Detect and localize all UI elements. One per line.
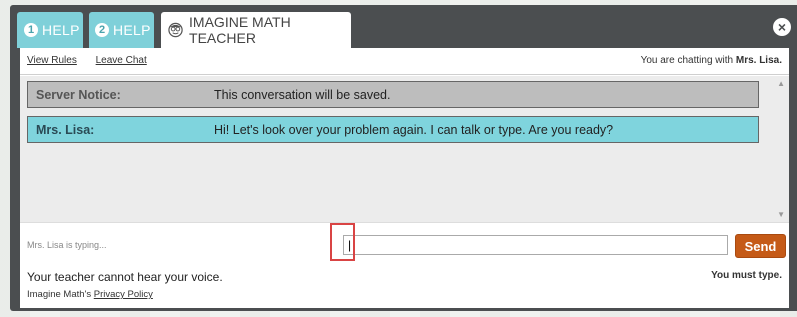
message-text: Hi! Let's look over your problem again. … [214, 122, 614, 137]
tab-number-badge: 1 [24, 23, 38, 37]
message-list[interactable]: Server Notice: This conversation will be… [20, 76, 789, 222]
privacy-policy-link[interactable]: Privacy Policy [94, 289, 153, 300]
scroll-up-icon[interactable]: ▲ [777, 79, 785, 88]
leave-chat-link[interactable]: Leave Chat [96, 55, 147, 66]
message-server-notice: Server Notice: This conversation will be… [27, 81, 759, 108]
message-sender: Mrs. Lisa: [36, 122, 95, 137]
chat-panel: View Rules Leave Chat You are chatting w… [20, 48, 789, 308]
chatting-prefix: You are chatting with [640, 55, 734, 66]
scrollbar[interactable]: ▲ ▼ [773, 76, 789, 222]
chat-links: View Rules Leave Chat [27, 55, 163, 66]
tab-label: HELP [42, 22, 80, 38]
typing-status: Mrs. Lisa is typing... [27, 240, 107, 250]
message-teacher: Mrs. Lisa: Hi! Let's look over your prob… [27, 116, 759, 143]
chat-window: 1 HELP 2 HELP IMAGINE MATH TEACHER × Vie… [10, 5, 797, 311]
scroll-down-icon[interactable]: ▼ [777, 210, 785, 219]
tab-help-1[interactable]: 1 HELP [17, 12, 83, 48]
tab-imagine-math-teacher[interactable]: IMAGINE MATH TEACHER [161, 12, 351, 48]
must-type-note: You must type. [711, 270, 782, 281]
message-sender: Server Notice: [36, 87, 121, 102]
voice-note: Your teacher cannot hear your voice. [27, 270, 223, 284]
tab-number-badge: 2 [95, 23, 109, 37]
close-icon[interactable]: × [773, 18, 791, 36]
message-text: This conversation will be saved. [214, 87, 391, 102]
chat-input[interactable] [343, 235, 728, 255]
privacy-note: Imagine Math's Privacy Policy [27, 289, 153, 300]
cursor-highlight [330, 223, 355, 261]
privacy-prefix: Imagine Math's [27, 289, 92, 300]
teacher-name: Mrs. Lisa. [735, 55, 782, 66]
teacher-face-icon [168, 22, 183, 38]
tab-help-2[interactable]: 2 HELP [89, 12, 154, 48]
tab-label: IMAGINE MATH TEACHER [189, 14, 291, 46]
send-button[interactable]: Send [735, 234, 786, 258]
divider [20, 74, 789, 75]
chatting-with-status: You are chatting with Mrs. Lisa. [641, 55, 782, 66]
tab-label: HELP [113, 22, 151, 38]
divider [20, 222, 789, 223]
view-rules-link[interactable]: View Rules [27, 55, 77, 66]
